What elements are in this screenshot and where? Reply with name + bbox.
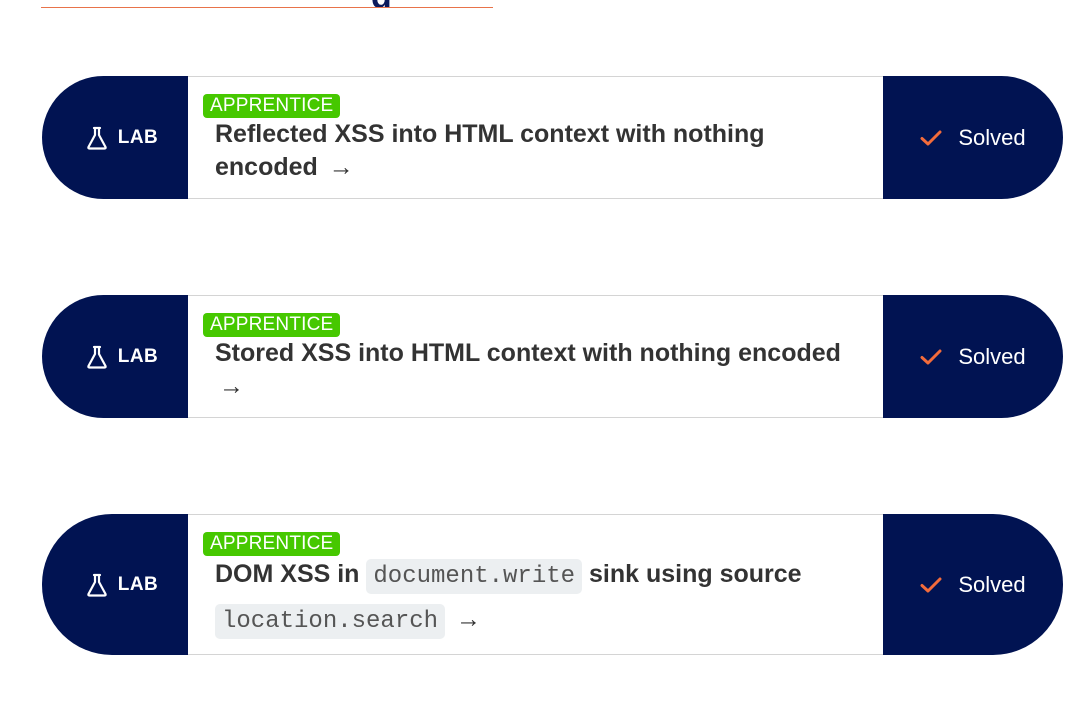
code-snippet: location.search [215,604,446,639]
lab-type-label: LAB [117,345,159,367]
lab-card: LAB APPRENTICE Stored XSS into HTML cont… [42,295,1063,418]
section-heading: g [41,0,493,8]
level-badge: APPRENTICE [203,313,341,337]
status-label: Solved [958,124,1026,150]
flask-icon [86,126,107,150]
lab-info: APPRENTICE DOM XSS in document.write sin… [188,514,883,655]
section-heading-text: g [371,0,392,7]
lab-info: APPRENTICE Stored XSS into HTML context … [188,295,883,418]
arrow-right-icon: → [328,153,354,181]
lab-type-badge: LAB [42,514,188,655]
lab-title: Reflected XSS into HTML context with not… [203,118,863,184]
flask-icon [86,573,107,597]
arrow-right-icon: → [219,372,244,400]
lab-title-link[interactable]: Reflected XSS into HTML context with not… [215,120,765,181]
lab-info: APPRENTICE Reflected XSS into HTML conte… [188,76,883,199]
lab-title: DOM XSS in document.write sink using sou… [203,553,863,643]
lab-card: LAB APPRENTICE DOM XSS in document.write… [42,514,1063,655]
lab-title: Stored XSS into HTML context with nothin… [203,337,863,403]
lab-card: LAB APPRENTICE Reflected XSS into HTML c… [42,76,1063,199]
lab-title-text: DOM XSS in [215,560,367,588]
lab-status: Solved [883,514,1063,655]
level-badge: APPRENTICE [203,94,341,118]
lab-title-text: Stored XSS into HTML context with nothin… [215,339,841,367]
arrow-right-icon: → [456,605,481,633]
lab-list-page: g LAB APPRENTICE Reflected XSS into HTML… [0,0,1092,709]
lab-title-link[interactable]: Stored XSS into HTML context with nothin… [215,339,841,400]
lab-type-label: LAB [117,126,159,148]
checkmark-icon [920,349,942,364]
lab-status: Solved [883,76,1063,199]
lab-type-label: LAB [117,573,159,595]
status-label: Solved [958,571,1026,597]
lab-title-text: sink using source [582,560,802,588]
lab-title-text: Reflected XSS into HTML context with not… [215,120,765,181]
lab-type-badge: LAB [42,295,188,418]
checkmark-icon [920,577,942,592]
lab-status: Solved [883,295,1063,418]
checkmark-icon [920,130,942,145]
lab-title-link[interactable]: DOM XSS in document.write sink using sou… [215,559,802,639]
flask-icon [86,345,107,369]
lab-type-badge: LAB [42,76,188,199]
code-snippet: document.write [366,559,583,594]
status-label: Solved [958,343,1026,369]
